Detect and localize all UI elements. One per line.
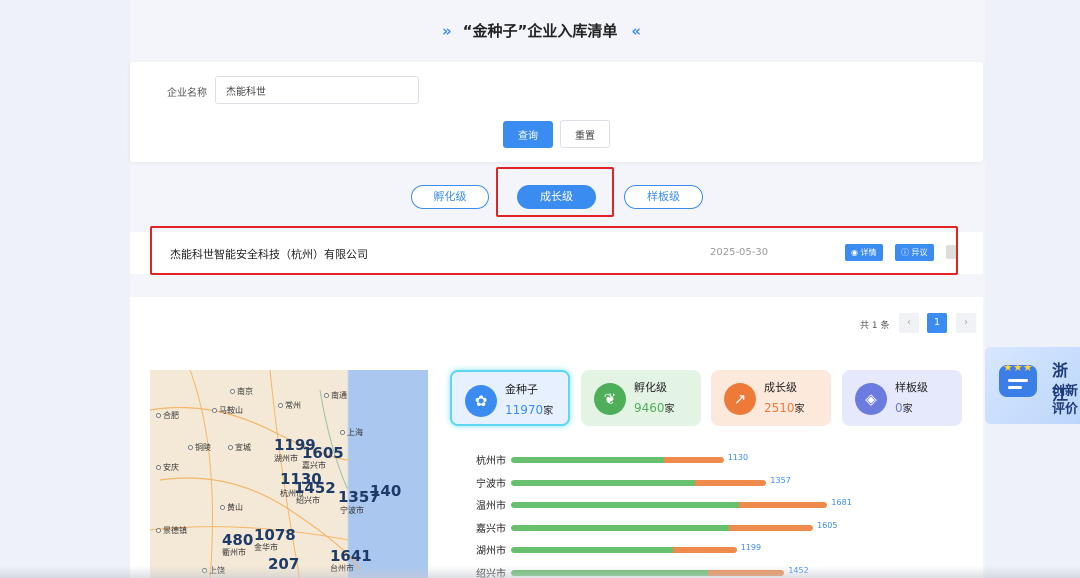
innovation-evaluation-badge[interactable]: ★★★ 浙江 创新 评价 [985,347,1080,424]
bar-segment-orange [673,547,737,553]
map-label-huangshan: 黄山 [220,502,243,513]
kpi-card-incubation[interactable]: ❦ 孵化级 9460家 [581,370,701,426]
bar-value-label: 1357 [770,475,791,485]
map-label-nantong: 南通 [324,390,347,401]
bar-value-label: 1681 [831,498,852,507]
cube-icon: ◈ [855,383,887,415]
kpi-value: 11970家 [505,403,554,417]
bar-value-label: 1130 [727,453,749,462]
pagination-total: 共 1 条 [860,321,890,331]
chat-star-icon: ★★★ [999,361,1037,397]
bar-value-label: 1199 [740,543,762,552]
bar-segment-orange [664,457,724,463]
kpi-value: 2510家 [764,401,805,415]
kpi-name: 孵化级 [634,381,667,394]
kpi-value: 0家 [895,401,913,415]
kpi-name: 样板级 [895,381,928,394]
bar-city-label: 宁波市 [476,478,506,490]
bar-city-label: 温州市 [476,501,506,512]
bar-segment-green [511,547,674,553]
map-count-quzhou: 480 [222,531,254,549]
kpi-card-model[interactable]: ◈ 样板级 0家 [842,370,962,426]
map-label-maanshan: 马鞍山 [212,405,243,416]
reset-button[interactable]: 重置 [560,120,610,148]
map-count-jiaxing: 1605 [302,444,344,462]
chevron-right-icon: » [441,22,452,40]
kpi-name: 成长级 [764,381,797,394]
seedling-icon: ❦ [594,383,626,415]
stat-panel: 共 1 条 ‹ 1 › 南京 常州 南通 合肥 马鞍山 铜陵 宣城 上海 安庆 … [130,297,983,578]
map-label-ningbo: 宁波市 [340,506,364,515]
growth-chart-icon: ↗ [724,383,756,415]
page-title-text: “金种子”企业入库清单 [462,22,618,40]
bar-segment-green [511,502,739,508]
bar-segment-green [511,524,729,531]
map-label-shanghai: 上海 [340,427,363,438]
bar-city-label: 嘉兴市 [476,523,506,535]
badge-line2: 创新 [1052,384,1079,399]
map-label-tongling: 铜陵 [188,442,211,453]
badge-line3: 评价 [1052,402,1079,417]
bar-city-label: 湖州市 [476,546,506,557]
page-title: » “金种子”企业入库清单 « [0,20,1080,41]
highlight-box-row [150,226,958,275]
company-name-label: 企业名称 [167,88,207,99]
map-label-changzhou: 常州 [278,400,301,411]
kpi-value: 9460家 [634,401,675,415]
chevron-left-icon: « [631,22,641,40]
map-count-jinhua: 1078 [254,526,296,544]
map-label-jingdezhen: 景德镇 [156,525,187,536]
map-count-zhoushan: 140 [370,482,402,500]
map-count-taizhou: 1641 [330,547,372,565]
bar-city-label: 杭州市 [476,456,506,467]
map-label-nanjing: 南京 [230,386,253,397]
bottom-shadow [0,566,1080,578]
bar-value-label: 1605 [817,520,838,530]
map-label-xuancheng: 宣城 [228,442,251,453]
sprout-icon: ✿ [465,385,497,417]
tab-incubation[interactable]: 孵化级 [411,185,489,209]
pagination-next-button[interactable]: › [956,313,976,333]
map-label-hefei: 合肥 [156,410,179,421]
kpi-card-growth[interactable]: ↗ 成长级 2510家 [711,370,831,426]
kpi-name: 金种子 [505,383,538,396]
tab-model[interactable]: 样板级 [624,185,703,209]
bar-segment-orange [728,524,814,531]
pagination-prev-button[interactable]: ‹ [899,313,919,333]
bar-segment-green [511,457,665,463]
company-name-input[interactable] [215,76,419,104]
highlight-box-tab [496,167,614,217]
map-count-shaoxing: 1452 [294,479,336,497]
query-button[interactable]: 查询 [503,121,553,148]
zhejiang-map[interactable]: 南京 常州 南通 合肥 马鞍山 铜陵 宣城 上海 安庆 湖州市 嘉兴市 杭州市 … [150,370,428,578]
pagination-page-1[interactable]: 1 [927,313,947,333]
search-card: 企业名称 查询 重置 [130,62,983,162]
kpi-card-gold-seed[interactable]: ✿ 金种子 11970家 [450,370,570,426]
bar-segment-orange [694,479,767,486]
bar-segment-green [511,479,695,486]
bar-segment-orange [738,502,828,508]
map-label-anqing: 安庆 [156,462,179,473]
map-label-huzhou: 湖州市 [274,454,298,463]
